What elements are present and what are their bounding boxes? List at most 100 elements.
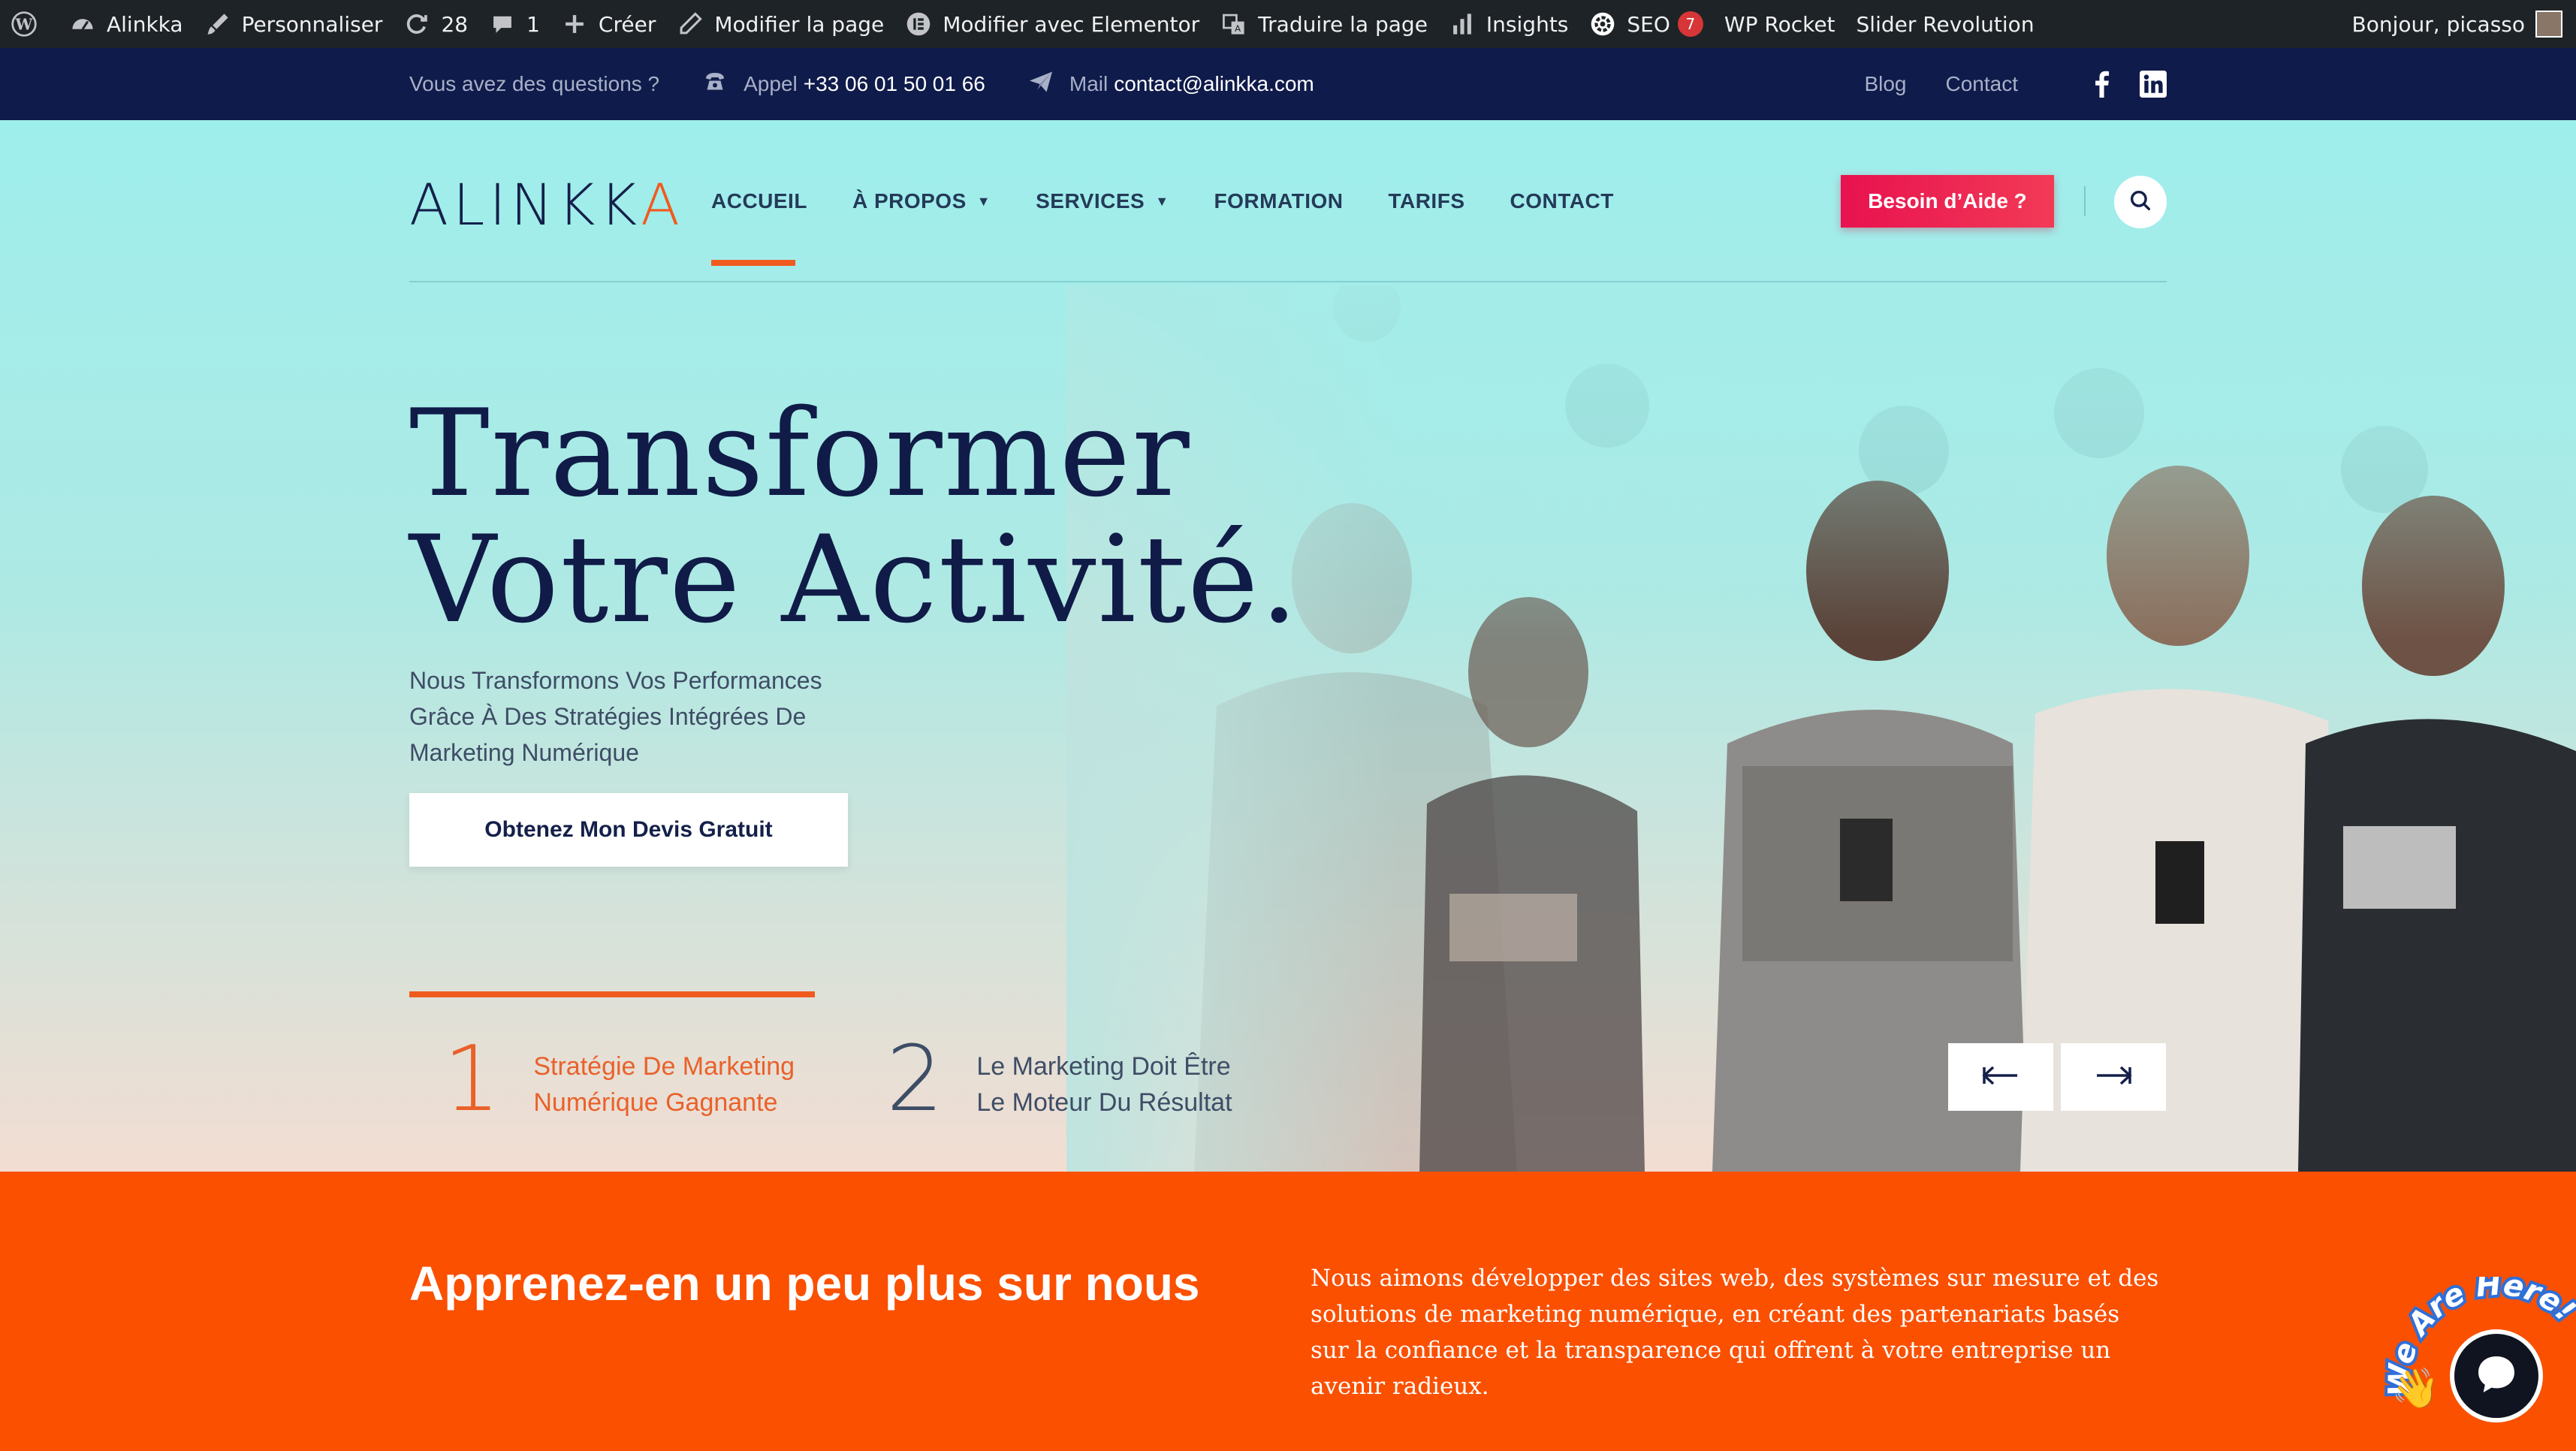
- phone-contact[interactable]: Appel +33 06 01 50 01 66: [701, 68, 985, 101]
- dashboard-icon: [69, 11, 96, 38]
- svg-text:W: W: [15, 16, 34, 34]
- comments-count: 1: [526, 11, 540, 37]
- help-button[interactable]: Besoin d’Aide ?: [1841, 175, 2054, 228]
- hero-title-line-1: Transformer: [409, 383, 1191, 523]
- comments-link[interactable]: 1: [478, 0, 550, 48]
- active-nav-indicator: [711, 260, 795, 266]
- phone-number[interactable]: +33 06 01 50 01 66: [804, 72, 985, 96]
- nav-item-label: ACCUEIL: [711, 189, 807, 213]
- slider-revolution-link[interactable]: Slider Revolution: [1846, 0, 2045, 48]
- hero-subtitle: Nous Transformons Vos Performances Grâce…: [409, 667, 822, 766]
- seo-gear-icon: [1589, 11, 1616, 38]
- top-info-bar: Vous avez des questions ? Appel +33 06 0…: [0, 48, 2576, 120]
- wordpress-icon: W: [11, 11, 38, 38]
- caret-down-icon: ▼: [976, 193, 991, 209]
- hero-title: Transformer Votre Activité.: [409, 391, 1300, 643]
- questions-label: Vous avez des questions ?: [409, 72, 660, 95]
- previous-slide-button[interactable]: [1948, 1043, 2053, 1111]
- pencil-icon: [677, 11, 704, 38]
- edit-page-label: Modifier la page: [714, 11, 885, 37]
- slide-label: Le Marketing Doit Être Le Moteur Du Résu…: [976, 1048, 1232, 1121]
- comment-icon: [489, 11, 516, 38]
- logo-accent-letter: A: [640, 171, 684, 238]
- mail-address[interactable]: contact@alinkka.com: [1114, 72, 1314, 96]
- mail-contact[interactable]: Mail contact@alinkka.com: [1027, 68, 1314, 101]
- wp-rocket-link[interactable]: WP Rocket: [1714, 0, 1846, 48]
- search-icon: [2128, 188, 2153, 217]
- nav-item-services[interactable]: SERVICES ▼: [1036, 189, 1169, 213]
- search-button[interactable]: [2114, 176, 2167, 228]
- wp-admin-bar: W Alinkka Personnaliser 28 1 Créer Modif…: [0, 0, 2576, 48]
- blog-link[interactable]: Blog: [1864, 72, 1906, 96]
- paintbrush-icon: [204, 11, 231, 38]
- nav-item-label: SERVICES: [1036, 189, 1145, 213]
- slide-tab-2[interactable]: 2 Le Marketing Doit Être Le Moteur Du Ré…: [886, 1027, 1232, 1132]
- free-quote-button[interactable]: Obtenez Mon Devis Gratuit: [409, 793, 848, 867]
- site-name-label: Alinkka: [107, 11, 183, 37]
- main-navigation: ALINKKA ACCUEIL À PROPOS ▼ SERVICES ▼ FO…: [409, 120, 2167, 282]
- chat-button[interactable]: [2450, 1329, 2543, 1422]
- slide-tab-1[interactable]: 1 Stratégie De Marketing Numérique Gagna…: [443, 1027, 795, 1132]
- phone-icon: [701, 68, 744, 101]
- nav-divider: [2084, 186, 2086, 216]
- slide-number: 1: [443, 1027, 501, 1132]
- nav-item-formation[interactable]: FORMATION: [1214, 189, 1344, 213]
- caret-down-icon: ▼: [1155, 193, 1169, 209]
- chat-widget[interactable]: We Are Here! 👋: [2381, 1277, 2576, 1451]
- translate-link[interactable]: A Traduire la page: [1210, 0, 1438, 48]
- translate-label: Traduire la page: [1258, 11, 1428, 37]
- slide-label-line-1: Stratégie De Marketing: [533, 1052, 795, 1081]
- seo-notification-badge: 7: [1677, 11, 1703, 37]
- next-slide-button[interactable]: [2061, 1043, 2166, 1111]
- create-link[interactable]: Créer: [550, 0, 666, 48]
- insights-link[interactable]: Insights: [1438, 0, 1579, 48]
- site-logo[interactable]: ALINKKA: [409, 171, 684, 238]
- plus-icon: [561, 11, 588, 38]
- arrow-right-icon: [2094, 1064, 2133, 1091]
- edit-page-link[interactable]: Modifier la page: [666, 0, 894, 48]
- hero-title-line-2: Votre Activité.: [409, 509, 1300, 650]
- seo-link[interactable]: SEO 7: [1579, 0, 1714, 48]
- nav-item-label: TARIFS: [1388, 189, 1465, 213]
- nav-item-tarifs[interactable]: TARIFS: [1388, 189, 1464, 213]
- nav-item-a-propos[interactable]: À PROPOS ▼: [852, 189, 991, 213]
- seo-label: SEO: [1627, 11, 1670, 37]
- linkedin-icon[interactable]: [2140, 71, 2167, 98]
- account-menu[interactable]: Bonjour, picasso: [2352, 11, 2576, 38]
- nav-item-accueil[interactable]: ACCUEIL: [711, 189, 807, 213]
- slider-revolution-label: Slider Revolution: [1856, 11, 2035, 37]
- nav-item-label: CONTACT: [1510, 189, 1614, 213]
- nav-item-label: FORMATION: [1214, 189, 1344, 213]
- contact-link[interactable]: Contact: [1946, 72, 2019, 96]
- chat-bubble-icon: [2472, 1350, 2520, 1402]
- customize-link[interactable]: Personnaliser: [194, 0, 394, 48]
- nav-item-label: À PROPOS: [852, 189, 967, 213]
- slide-label-line-2: Numérique Gagnante: [533, 1088, 778, 1117]
- facebook-icon[interactable]: [2093, 71, 2110, 98]
- slide-number: 2: [886, 1027, 944, 1132]
- edit-elementor-link[interactable]: Modifier avec Elementor: [894, 0, 1210, 48]
- slide-progress-bar: [409, 991, 815, 997]
- svg-text:A: A: [1235, 23, 1241, 34]
- elementor-icon: [905, 11, 932, 38]
- customize-label: Personnaliser: [241, 11, 383, 37]
- create-label: Créer: [598, 11, 656, 37]
- translate-icon: A: [1220, 11, 1247, 38]
- wp-rocket-label: WP Rocket: [1724, 11, 1835, 37]
- avatar: [2535, 11, 2562, 38]
- wordpress-logo-button[interactable]: W: [0, 0, 59, 48]
- slide-label-line-2: Le Moteur Du Résultat: [976, 1088, 1232, 1117]
- nav-item-contact[interactable]: CONTACT: [1510, 189, 1614, 213]
- about-section: Apprenez-en un peu plus sur nous Nous ai…: [0, 1172, 2576, 1451]
- phone-label: Appel: [744, 72, 798, 95]
- edit-elementor-label: Modifier avec Elementor: [943, 11, 1200, 37]
- updates-count: 28: [441, 11, 469, 37]
- paper-plane-icon: [1027, 68, 1069, 101]
- slide-label-line-1: Le Marketing Doit Être: [976, 1052, 1231, 1081]
- greeting-label: Bonjour, picasso: [2351, 11, 2525, 37]
- updates-link[interactable]: 28: [393, 0, 478, 48]
- menu: ACCUEIL À PROPOS ▼ SERVICES ▼ FORMATION …: [711, 189, 1659, 213]
- refresh-icon: [403, 11, 430, 38]
- site-name-link[interactable]: Alinkka: [59, 0, 194, 48]
- hero-section: ALINKKA ACCUEIL À PROPOS ▼ SERVICES ▼ FO…: [0, 120, 2576, 1172]
